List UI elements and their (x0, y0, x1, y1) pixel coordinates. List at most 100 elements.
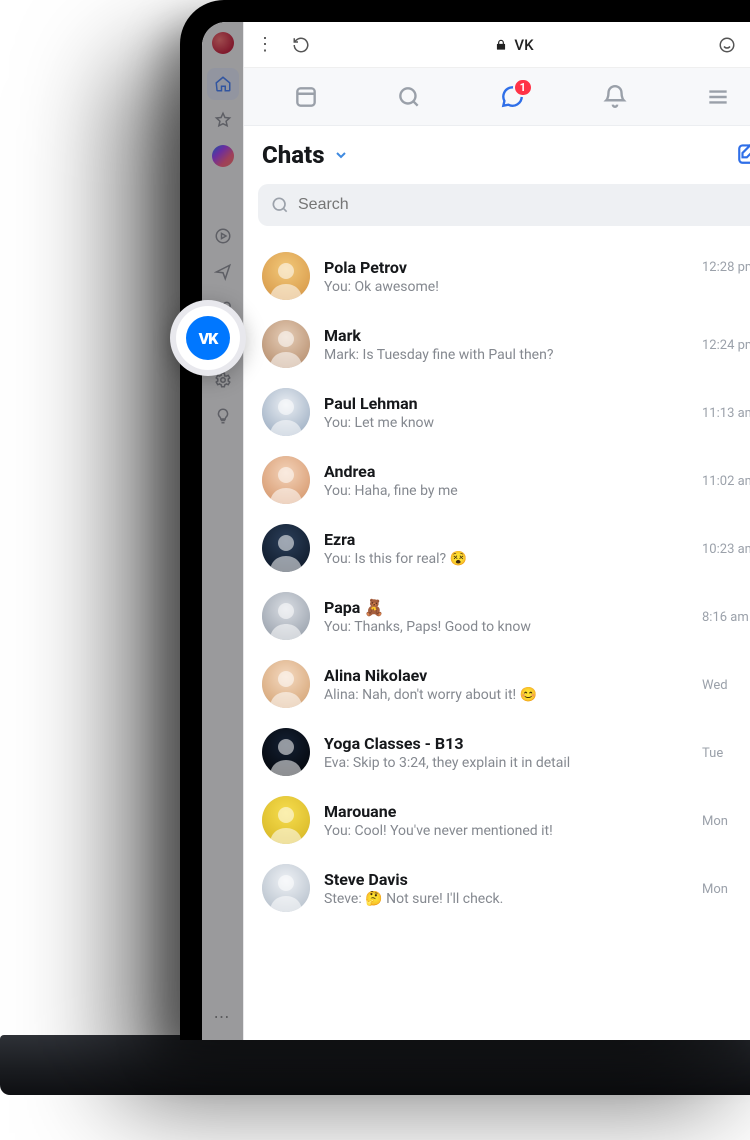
search-input[interactable] (258, 184, 750, 226)
chat-preview: Alina: Nah, don't worry about it! 😊 (324, 687, 688, 703)
address-display[interactable]: VK (324, 36, 704, 54)
site-label: VK (514, 36, 533, 54)
chat-name: Alina Nikolaev (324, 666, 688, 685)
bulb-icon (214, 407, 232, 425)
sidebar-home[interactable] (207, 68, 239, 100)
chats-title-dropdown[interactable]: Chats (262, 141, 349, 169)
chat-row[interactable]: Paul Lehman You: Let me know 11:13 am (244, 378, 750, 446)
avatar (262, 388, 310, 436)
chat-time: Wed (702, 678, 728, 693)
search-icon (396, 84, 422, 110)
chat-info: Alina Nikolaev Alina: Nah, don't worry a… (324, 666, 688, 703)
chat-info: Steve Davis Steve: 🤔 Not sure! I'll chec… (324, 870, 688, 907)
chat-meta: 10:23 am (702, 540, 750, 557)
chat-meta: Mon (702, 880, 750, 897)
home-icon (214, 75, 232, 93)
chat-time: 11:13 am (702, 406, 750, 421)
sidebar-vk-placeholder[interactable] (207, 176, 239, 216)
sidebar-play[interactable] (207, 220, 239, 252)
chat-time: 12:28 pm (702, 260, 750, 275)
sidebar-tips[interactable] (207, 400, 239, 432)
smile-icon (718, 36, 736, 54)
messenger-icon (212, 145, 234, 167)
reload-button[interactable] (292, 36, 310, 54)
avatar (262, 524, 310, 572)
chat-meta: 12:28 pm (702, 258, 750, 295)
chat-preview: You: Let me know (324, 415, 688, 431)
menu-dots-icon[interactable]: ⋮ (256, 36, 274, 54)
laptop-frame: ⋯ ⋮ VK (180, 0, 750, 1040)
chat-preview: You: Is this for real? 😵 (324, 551, 688, 567)
avatar (262, 456, 310, 504)
bell-icon (602, 84, 628, 110)
send-icon (214, 263, 232, 281)
chat-meta: 11:02 am (702, 472, 750, 489)
chat-name: Yoga Classes - B13 (324, 734, 688, 753)
chat-name: Papa 🧸 (324, 598, 688, 617)
browser-content: ⋮ VK (244, 22, 750, 1040)
chat-meta: 11:13 am (702, 404, 750, 421)
nav-messages[interactable]: 1 (493, 78, 531, 116)
nav-feed[interactable] (287, 78, 325, 116)
chat-time: 12:24 pm (702, 338, 750, 353)
chat-info: Andrea You: Haha, fine by me (324, 462, 688, 499)
laptop-base (0, 1035, 750, 1095)
avatar (262, 728, 310, 776)
chat-row[interactable]: Andrea You: Haha, fine by me 11:02 am (244, 446, 750, 514)
chat-info: Paul Lehman You: Let me know (324, 394, 688, 431)
sidebar-more[interactable]: ⋯ (214, 1007, 232, 1026)
sidebar-messenger[interactable] (207, 140, 239, 172)
chat-name: Paul Lehman (324, 394, 688, 413)
chat-meta: 12:24 pm (702, 336, 750, 353)
chat-row[interactable]: Pola Petrov You: Ok awesome! 12:28 pm (244, 242, 750, 310)
chat-preview: You: Ok awesome! (324, 279, 688, 295)
chat-name: Marouane (324, 802, 688, 821)
chat-info: Yoga Classes - B13 Eva: Skip to 3:24, th… (324, 734, 688, 771)
nav-menu[interactable] (699, 78, 737, 116)
screen: ⋯ ⋮ VK (202, 22, 750, 1040)
star-icon (214, 111, 232, 129)
chat-meta: Wed (702, 676, 750, 693)
page-title: Chats (262, 141, 325, 169)
chevron-down-icon (333, 147, 349, 163)
opera-sidebar: ⋯ (202, 22, 244, 1040)
chat-preview: Eva: Skip to 3:24, they explain it in de… (324, 755, 688, 771)
chat-meta: Mon (702, 812, 750, 829)
chat-meta: Tue (702, 744, 750, 761)
chat-row[interactable]: Ezra You: Is this for real? 😵 10:23 am (244, 514, 750, 582)
chat-row[interactable]: Marouane You: Cool! You've never mention… (244, 786, 750, 854)
chat-time: Mon (702, 882, 728, 897)
sidebar-vk-active[interactable]: VK (170, 300, 246, 376)
chat-name: Ezra (324, 530, 688, 549)
avatar (262, 796, 310, 844)
chat-row[interactable]: Yoga Classes - B13 Eva: Skip to 3:24, th… (244, 718, 750, 786)
sidebar-dim-overlay (202, 22, 243, 1040)
chat-info: Pola Petrov You: Ok awesome! (324, 258, 688, 295)
avatar (262, 592, 310, 640)
compose-button[interactable] (736, 140, 750, 170)
chat-name: Pola Petrov (324, 258, 688, 277)
sidebar-star[interactable] (207, 104, 239, 136)
nav-notifications[interactable] (596, 78, 634, 116)
chat-name: Steve Davis (324, 870, 688, 889)
vk-icon: VK (186, 316, 230, 360)
nav-search[interactable] (390, 78, 428, 116)
chat-row[interactable]: Mark Mark: Is Tuesday fine with Paul the… (244, 310, 750, 378)
chat-name: Mark (324, 326, 688, 345)
chat-time: Mon (702, 814, 728, 829)
chat-list: Pola Petrov You: Ok awesome! 12:28 pm Ma… (244, 236, 750, 928)
chat-row[interactable]: Steve Davis Steve: 🤔 Not sure! I'll chec… (244, 854, 750, 922)
emoji-button[interactable] (718, 36, 736, 54)
opera-logo-icon[interactable] (212, 32, 234, 54)
sidebar-send[interactable] (207, 256, 239, 288)
avatar (262, 252, 310, 300)
chat-preview: You: Haha, fine by me (324, 483, 688, 499)
chat-row[interactable]: Alina Nikolaev Alina: Nah, don't worry a… (244, 650, 750, 718)
search-wrap (244, 178, 750, 236)
chat-time: 8:16 am (702, 610, 749, 625)
nav-badge: 1 (513, 78, 533, 97)
avatar (262, 660, 310, 708)
chat-preview: Steve: 🤔 Not sure! I'll check. (324, 891, 688, 907)
chat-time: Tue (702, 746, 723, 761)
chat-row[interactable]: Papa 🧸 You: Thanks, Paps! Good to know 8… (244, 582, 750, 650)
